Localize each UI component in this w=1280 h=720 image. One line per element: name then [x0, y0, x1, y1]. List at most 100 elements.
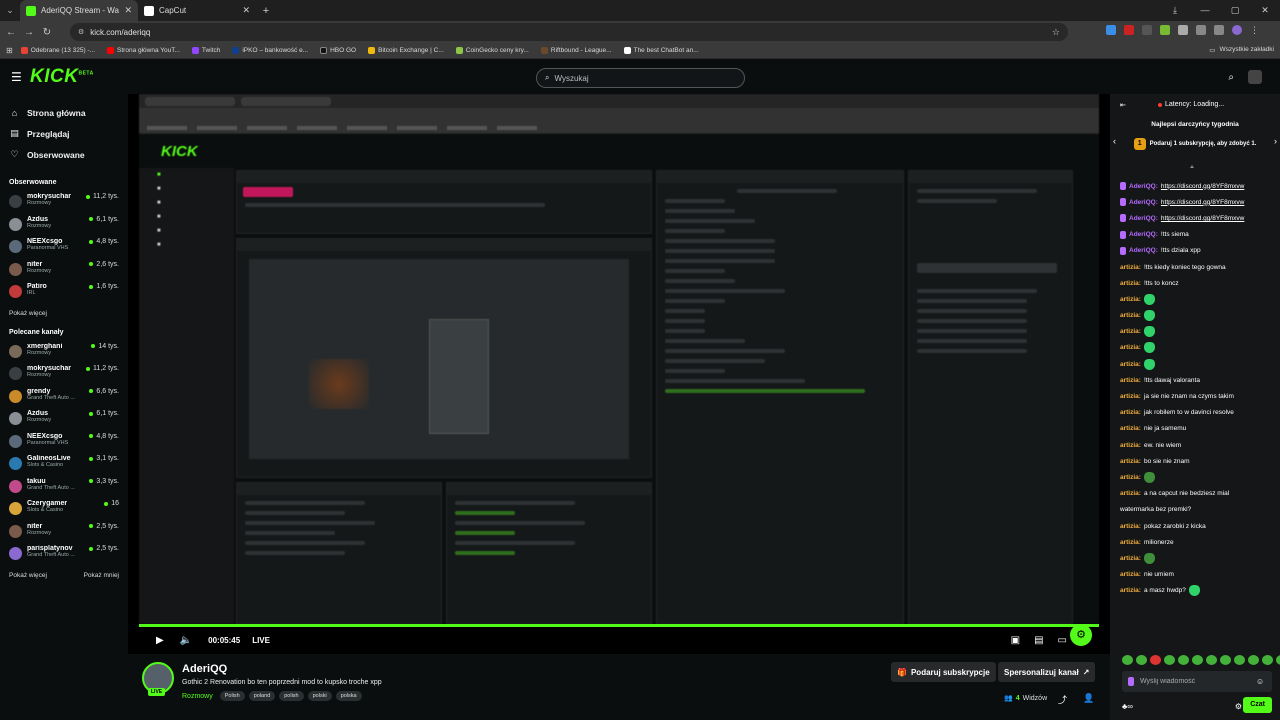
sidebar-item-following[interactable]: ♡ Obserwowane [0, 144, 128, 165]
chat-link[interactable]: https://discord.gg/8YF8mxvw [1161, 183, 1244, 190]
all-bookmarks[interactable]: ▭ Wszystkie zakładki [1209, 46, 1274, 54]
chat-username[interactable]: artizia: [1120, 523, 1141, 530]
extension-icon[interactable] [1124, 25, 1134, 35]
chat-username[interactable]: artizia: [1120, 409, 1141, 416]
pinned-expand-icon[interactable]: ⩡ [1190, 164, 1194, 172]
channel-name[interactable]: AderiQQ [182, 663, 227, 675]
extension-icon[interactable] [1106, 25, 1116, 35]
share-icon[interactable]: ⤴ [1058, 693, 1067, 706]
chat-username[interactable]: artizia: [1120, 296, 1141, 303]
chat-username[interactable]: AderiQQ: [1129, 183, 1158, 190]
bookmark-item[interactable]: HBO GO [316, 47, 360, 54]
bookmark-item[interactable]: Odebrane (13 325) -... [17, 47, 99, 54]
chat-username[interactable]: artizia: [1120, 393, 1141, 400]
sidebar-channel-item[interactable]: mokrysuchar Rozmowy 11,2 tys. [0, 191, 128, 214]
report-user-icon[interactable]: 👤 [1083, 693, 1094, 704]
reload-icon[interactable]: ↻ [38, 27, 56, 38]
download-icon[interactable]: ⤓ [1160, 0, 1190, 21]
chat-link[interactable]: https://discord.gg/8YF8mxvw [1161, 215, 1244, 222]
sidebar-item-home[interactable]: ⌂ Strona główna [0, 102, 128, 123]
hamburger-menu-icon[interactable]: ☰ [11, 70, 22, 84]
chevron-left-icon[interactable]: ‹ [1113, 136, 1116, 146]
gift-subscription-button[interactable]: 🎁 Podaruj subskrypcje [891, 662, 996, 682]
sidebar-item-browse[interactable]: ▤ Przeglądaj [0, 123, 128, 144]
collapse-chat-icon[interactable]: ⇤ [1120, 101, 1126, 109]
sidepanel-icon[interactable] [1214, 25, 1224, 35]
tag-chip[interactable]: polski [307, 691, 332, 701]
chat-username[interactable]: artizia: [1120, 587, 1141, 594]
chat-username[interactable]: artizia: [1120, 571, 1141, 578]
bookmark-star-icon[interactable]: ☆ [1052, 27, 1060, 38]
video-player[interactable]: KICK ■ ■ ■ ■ ■ ■ ▶ 🔈 00:05:45 LIVE ▣ ▤ ▭… [128, 94, 1110, 654]
chat-username[interactable]: artizia: [1120, 425, 1141, 432]
emote-icon[interactable] [1122, 655, 1133, 665]
customize-channel-button[interactable]: Spersonalizuj kanał ↗ [998, 662, 1096, 682]
bookmark-item[interactable]: The best ChatBot an... [620, 47, 703, 54]
kick-logo[interactable]: KICKBETA [30, 66, 94, 88]
show-more-link[interactable]: Pokaż więcej [9, 310, 47, 317]
sidebar-channel-item[interactable]: takuu Grand Theft Auto ... 3,3 tys. [0, 476, 128, 499]
gift-prompt[interactable]: 1 Podaruj 1 subskrypcję, aby zdobyć 1. [1110, 138, 1280, 150]
clip-icon[interactable]: ▣ [1011, 635, 1020, 646]
browser-tab-capcut[interactable]: CapCut ✕ [138, 0, 256, 21]
emote-icon[interactable] [1136, 655, 1147, 665]
emote-icon[interactable] [1178, 655, 1189, 665]
bookmark-item[interactable]: Strona główna YouT... [103, 47, 184, 54]
url-field[interactable]: ⚙ kick.com/aderiqq ☆ [70, 23, 1068, 41]
extension-icon[interactable] [1178, 25, 1188, 35]
chat-username[interactable]: artizia: [1120, 458, 1141, 465]
forward-icon[interactable]: → [20, 27, 38, 38]
chat-username[interactable]: artizia: [1120, 280, 1141, 287]
emote-icon[interactable] [1206, 655, 1217, 665]
chat-username[interactable]: artizia: [1120, 555, 1141, 562]
sidebar-channel-item[interactable]: NEEXcsgo Paranormal VHS 4,8 tys. [0, 236, 128, 259]
emote-icon[interactable] [1220, 655, 1231, 665]
sidebar-channel-item[interactable]: Azdus Rozmowy 6,1 tys. [0, 214, 128, 237]
kicks-infinity-icon[interactable]: ♣∞ [1122, 702, 1133, 711]
extensions-puzzle-icon[interactable] [1196, 25, 1206, 35]
settings-gear-icon[interactable]: ⚙ [1070, 624, 1092, 646]
chat-username[interactable]: artizia: [1120, 328, 1141, 335]
bookmark-item[interactable]: Riftbound - League... [537, 47, 616, 54]
chat-input-box[interactable]: ☺ [1122, 671, 1272, 692]
emote-icon[interactable] [1192, 655, 1203, 665]
bookmark-item[interactable]: iPKO – bankowość e... [228, 47, 312, 54]
chat-username[interactable]: artizia: [1120, 474, 1141, 481]
chat-username[interactable]: AderiQQ: [1129, 247, 1158, 254]
browser-tab-kick[interactable]: AderiQQ Stream - Watch Live o ✕ [20, 0, 138, 21]
sidebar-channel-item[interactable]: niter Rozmowy 2,5 tys. [0, 521, 128, 544]
tab-search-icon[interactable]: ⌄ [0, 0, 20, 21]
sidebar-channel-item[interactable]: grendy Grand Theft Auto ... 6,6 tys. [0, 386, 128, 409]
profile-avatar-icon[interactable] [1232, 25, 1242, 35]
chat-username[interactable]: AderiQQ: [1129, 215, 1158, 222]
back-icon[interactable]: ← [2, 27, 20, 38]
tag-chip[interactable]: polska [335, 691, 362, 701]
search-toggle-icon[interactable]: ⌕ [1228, 72, 1234, 83]
show-less-link[interactable]: Pokaż mniej [84, 572, 119, 579]
chat-username[interactable]: artizia: [1120, 361, 1141, 368]
sidebar-channel-item[interactable]: mokrysuchar Rozmowy 11,2 tys. [0, 363, 128, 386]
chat-username[interactable]: artizia: [1120, 442, 1141, 449]
bookmark-item[interactable]: Bitcoin Exchange | C... [364, 47, 448, 54]
emote-icon[interactable] [1262, 655, 1273, 665]
close-tab-icon[interactable]: ✕ [242, 5, 250, 16]
emote-icon[interactable] [1234, 655, 1245, 665]
tag-chip[interactable]: poland [248, 691, 276, 701]
emote-icon[interactable] [1276, 655, 1280, 665]
chat-username[interactable]: AderiQQ: [1129, 231, 1158, 238]
theater-mode-icon[interactable]: ▤ [1034, 635, 1043, 646]
chat-username[interactable]: AderiQQ: [1129, 199, 1158, 206]
chevron-right-icon[interactable]: › [1274, 136, 1277, 146]
sidebar-channel-item[interactable]: Patiro IRL 1,6 tys. [0, 281, 128, 304]
emote-icon[interactable] [1164, 655, 1175, 665]
emoji-picker-icon[interactable]: ☺ [1256, 677, 1264, 686]
chat-username[interactable]: artizia: [1120, 264, 1141, 271]
sidebar-channel-item[interactable]: GalineosLive Slots & Casino 3,1 tys. [0, 453, 128, 476]
search-bar[interactable]: ⌕ [536, 68, 745, 88]
bookmark-item[interactable]: CoinGecko ceny kry... [452, 47, 533, 54]
close-window-icon[interactable]: ✕ [1250, 0, 1280, 21]
close-tab-icon[interactable]: ✕ [124, 5, 132, 16]
apps-grid-icon[interactable]: ⊞ [6, 46, 13, 55]
search-input[interactable] [554, 73, 725, 83]
maximize-icon[interactable]: ▢ [1220, 0, 1250, 21]
